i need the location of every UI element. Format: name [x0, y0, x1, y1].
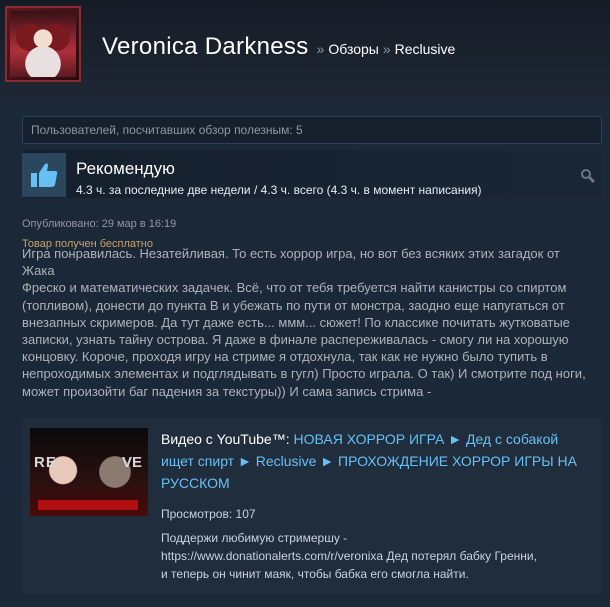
breadcrumb-reviews-link[interactable]: Обзоры [328, 41, 379, 57]
info-search-icon[interactable] [580, 168, 596, 189]
review-line: записки, узнать тайну острова. Я даже в … [22, 332, 569, 348]
youtube-embed: RE VE Видео с YouTube™: НОВАЯ ХОРРОР ИГР… [22, 418, 602, 594]
review-line: Фреско и математических задачек. Всё, чт… [22, 280, 567, 296]
video-views: Просмотров: 107 [161, 507, 256, 521]
thumbnail-text: VE [121, 454, 142, 471]
video-desc-line: Поддержи любимую стримершу - [161, 531, 348, 545]
breadcrumb-game-link[interactable]: Reclusive [395, 41, 456, 57]
posted-date: Опубликовано: 29 мар в 16:19 [22, 218, 177, 230]
review-line: непроходимых элементах и подглядывать в … [22, 366, 586, 382]
persona-name-link[interactable]: Veronica Darkness [102, 33, 309, 61]
video-thumbnail[interactable]: RE VE [30, 428, 148, 516]
review-line: внезапных скримеров. Да тут даже есть...… [22, 314, 570, 330]
video-description: Поддержи любимую стримершу - https://www… [161, 529, 593, 583]
review-line: (топливом), донести до пункта В и убежат… [22, 297, 565, 313]
hours-played: 4.3 ч. за последние две недели / 4.3 ч. … [76, 183, 482, 197]
profile-header: Veronica Darkness » Обзоры » Reclusive [0, 0, 610, 100]
review-line: может произойти баг падения за текстуры)… [22, 383, 432, 399]
review-body: Игра понравилась. Незатейливая. То есть … [22, 245, 594, 400]
helpful-count: Пользователей, посчитавших обзор полезны… [22, 116, 602, 144]
thumbnail-text: RE [34, 454, 57, 471]
views-count: 107 [235, 507, 256, 521]
avatar-image [10, 11, 76, 77]
breadcrumb: Veronica Darkness » Обзоры » Reclusive [102, 33, 455, 61]
views-label: Просмотров: [161, 507, 236, 521]
review-line: концовку. Короче, проходя игру на стриме… [22, 349, 548, 365]
avatar[interactable] [5, 6, 81, 82]
thumbs-up-icon [22, 153, 66, 197]
verdict-title: Рекомендую [76, 159, 175, 178]
video-desc-line: и теперь он чинит маяк, чтобы бабка его … [161, 567, 469, 581]
breadcrumb-separator: » [316, 41, 325, 57]
breadcrumb-separator: » [382, 41, 391, 57]
review-verdict: Рекомендую 4.3 ч. за последние две недел… [22, 150, 602, 198]
review-line: Игра понравилась. Незатейливая. То есть … [22, 246, 560, 279]
video-title: Видео с YouTube™: НОВАЯ ХОРРОР ИГРА ► Де… [161, 428, 591, 494]
video-prefix: Видео с YouTube™: [161, 431, 294, 447]
video-desc-line: https://www.donationalerts.com/r/veronix… [161, 549, 537, 563]
thumbnail-banner [38, 500, 138, 510]
